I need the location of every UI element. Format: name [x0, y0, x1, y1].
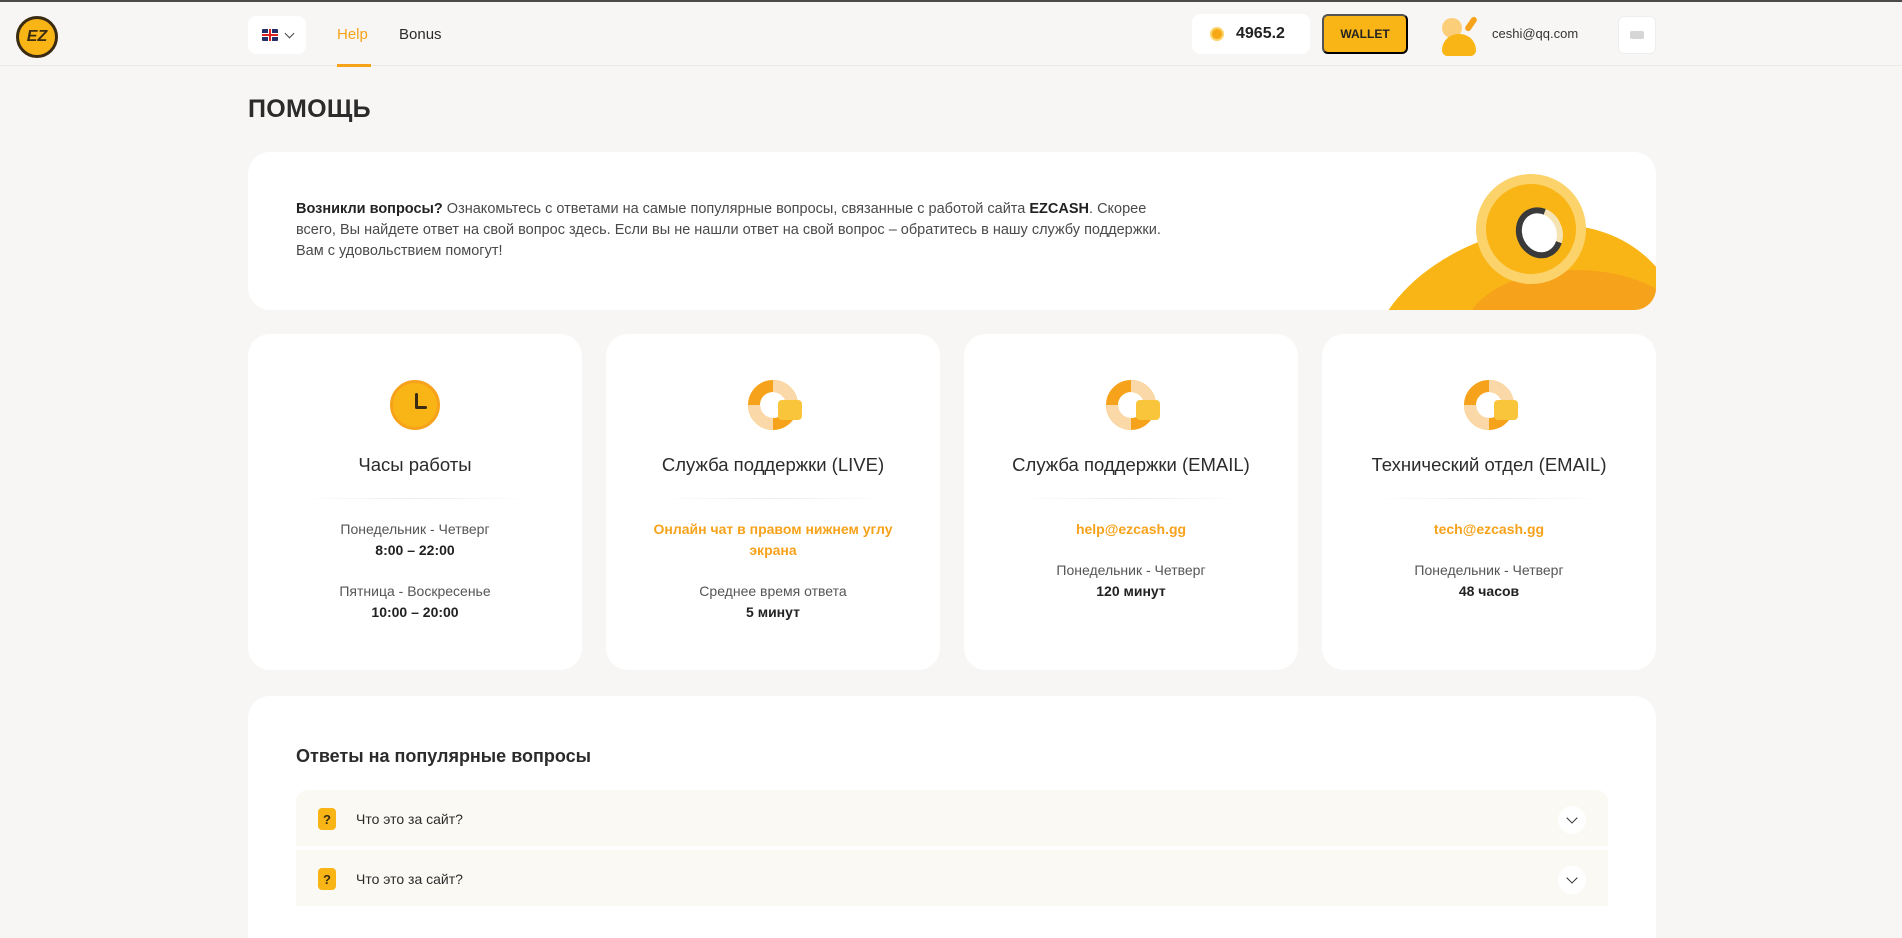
faq-section: Ответы на популярные вопросы ? Что это з… — [248, 696, 1656, 938]
intro-text: Возникли вопросы? Ознакомьтесь с ответам… — [296, 199, 1176, 262]
balance-value: 4965.2 — [1236, 25, 1285, 42]
language-selector[interactable] — [248, 16, 306, 54]
card-line: Понедельник - Четверг — [1056, 562, 1206, 578]
faq-question: Что это за сайт? — [356, 811, 463, 827]
logout-button[interactable] — [1618, 16, 1656, 54]
tech-email-link[interactable]: tech@ezcash.gg — [1342, 519, 1636, 540]
card-line: Среднее время ответа — [699, 583, 847, 599]
flag-uk-icon — [261, 29, 278, 41]
card-tech-support: Технический отдел (EMAIL) tech@ezcash.gg… — [1322, 334, 1656, 670]
lifebuoy-mail-icon — [1464, 380, 1518, 432]
card-title: Служба поддержки (EMAIL) — [1012, 454, 1250, 475]
chevron-down-icon — [284, 28, 294, 38]
divider — [1374, 498, 1604, 499]
lifebuoy-chat-icon — [748, 380, 802, 432]
intro-card: Возникли вопросы? Ознакомьтесь с ответам… — [248, 152, 1656, 310]
live-chat-link[interactable]: Онлайн чат в правом нижнем углу экрана — [636, 519, 910, 561]
avatar[interactable] — [1440, 14, 1482, 56]
coin-icon — [1210, 27, 1224, 41]
faq-question: Что это за сайт? — [356, 871, 463, 887]
intro-text-part1: Ознакомьтесь с ответами на самые популяр… — [442, 201, 1030, 217]
intro-lead: Возникли вопросы? — [296, 201, 443, 217]
card-line: Пятница - Воскресенье — [339, 583, 491, 599]
intro-brand: EZCASH — [1029, 201, 1090, 217]
nav-bonus[interactable]: Bonus — [399, 26, 442, 43]
page-title: ПОМОЩЬ — [248, 95, 371, 123]
card-line: Понедельник - Четверг — [1414, 562, 1564, 578]
balance-display: 4965.2 — [1192, 14, 1310, 54]
card-value: 8:00 – 22:00 — [375, 542, 455, 558]
card-title: Служба поддержки (LIVE) — [661, 454, 885, 475]
nav-help[interactable]: Help — [337, 26, 368, 43]
divider — [300, 498, 530, 499]
faq-item[interactable]: ? Что это за сайт? — [296, 790, 1608, 848]
clock-icon — [390, 380, 442, 432]
card-title: Часы работы — [358, 454, 472, 475]
divider — [658, 498, 888, 499]
divider — [1016, 498, 1246, 499]
card-title: Технический отдел (EMAIL) — [1371, 454, 1607, 475]
card-live-support: Служба поддержки (LIVE) Онлайн чат в пра… — [606, 334, 940, 670]
question-icon: ? — [318, 868, 336, 890]
nav-active-indicator — [337, 64, 371, 67]
card-value: 5 минут — [746, 604, 800, 620]
card-email-support: Служба поддержки (EMAIL) help@ezcash.gg … — [964, 334, 1298, 670]
card-value: 10:00 – 20:00 — [371, 604, 459, 620]
question-icon: ? — [318, 808, 336, 830]
support-email-link[interactable]: help@ezcash.gg — [984, 519, 1278, 540]
expand-toggle[interactable] — [1558, 806, 1586, 834]
logout-icon — [1630, 31, 1644, 39]
faq-item[interactable]: ? Что это за сайт? — [296, 850, 1608, 908]
card-working-hours: Часы работы Понедельник - Четверг 8:00 –… — [248, 334, 582, 670]
user-email[interactable]: ceshi@qq.com — [1492, 26, 1578, 41]
card-value: 48 часов — [1458, 583, 1520, 599]
faq-title: Ответы на популярные вопросы — [296, 746, 592, 766]
card-line: Понедельник - Четверг — [340, 521, 490, 537]
logo-text: EZ — [26, 28, 48, 45]
card-value: 120 минут — [1096, 583, 1166, 599]
lifebuoy-mail-icon — [1106, 380, 1160, 432]
chevron-down-icon — [1566, 872, 1578, 884]
chevron-down-icon — [1566, 812, 1578, 824]
logo[interactable]: EZ — [16, 16, 58, 58]
header: EZ Help Bonus 4965.2 WALLET ceshi@qq.com — [0, 2, 1902, 67]
wallet-button[interactable]: WALLET — [1322, 14, 1408, 54]
expand-toggle[interactable] — [1558, 866, 1586, 894]
